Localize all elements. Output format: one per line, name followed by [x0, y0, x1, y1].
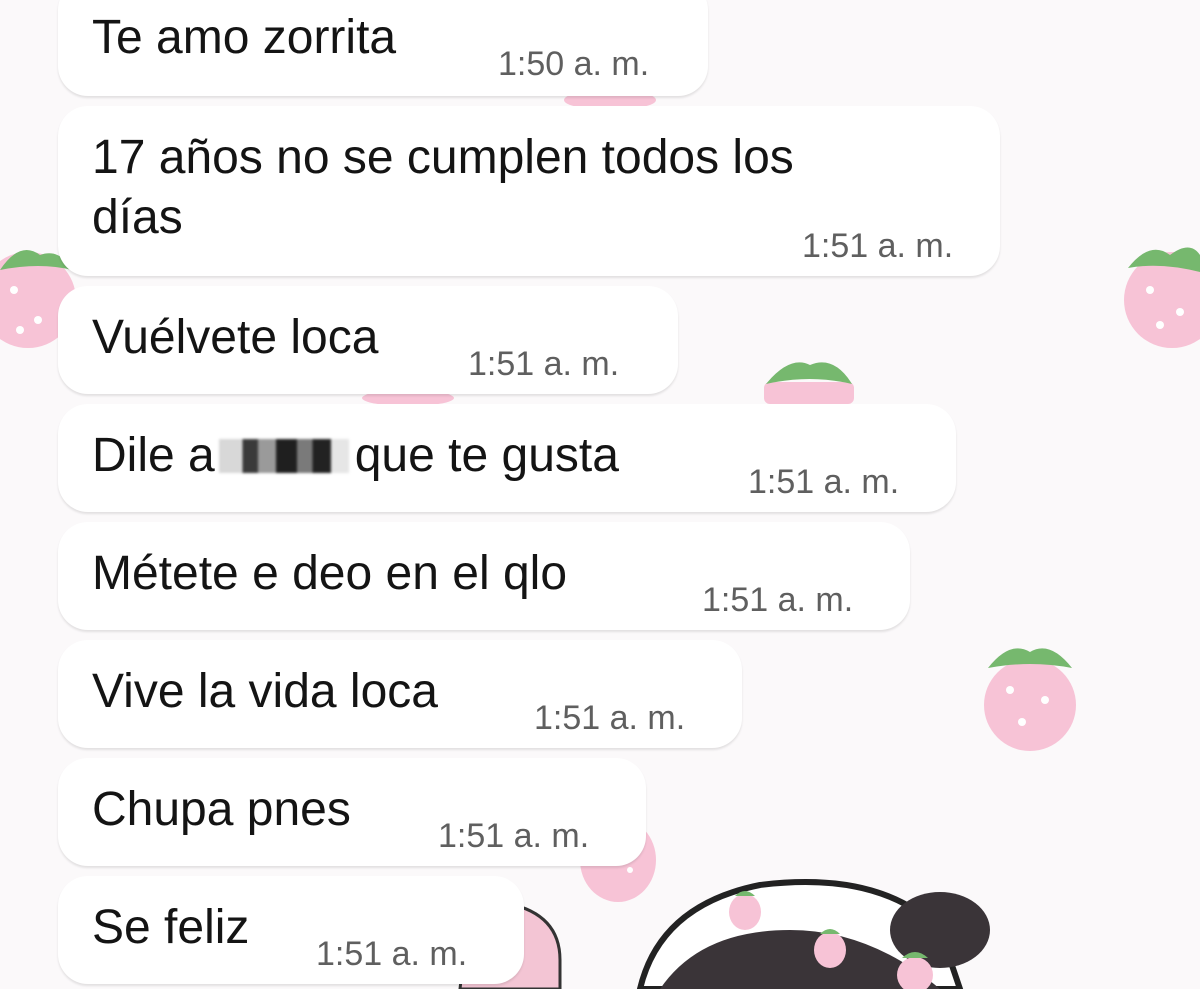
message-timestamp: 1:51 a. m. [438, 817, 590, 855]
message-text: Chupa pnes [92, 783, 351, 836]
message-text: Se feliz [92, 901, 250, 954]
message-timestamp: 1:51 a. m. [316, 935, 468, 973]
message-text-part: que te gusta [354, 429, 619, 482]
message-text: días [92, 191, 183, 244]
message-text: Dile a que te gusta [92, 428, 619, 484]
cartoon-character-with-strawberry-hat [636, 879, 990, 989]
message-text: Métete e deo en el qlo [92, 547, 568, 600]
message-bubble[interactable]: Se feliz 1:51 a. m. [58, 876, 524, 984]
message-timestamp: 1:51 a. m. [702, 581, 854, 619]
message-timestamp: 1:51 a. m. [802, 227, 954, 265]
message-bubble[interactable]: Métete e deo en el qlo 1:51 a. m. [58, 522, 910, 630]
censored-name-blur [218, 439, 349, 473]
message-bubble[interactable]: Te amo zorrita 1:50 a. m. [58, 0, 708, 96]
message-timestamp: 1:51 a. m. [468, 345, 620, 383]
message-text: 17 años no se cumplen todos los [92, 131, 794, 184]
message-bubble[interactable]: Dile a que te gusta 1:51 a. m. [58, 404, 956, 512]
message-text-part: Dile a [92, 429, 215, 482]
message-timestamp: 1:50 a. m. [498, 45, 650, 83]
message-timestamp: 1:51 a. m. [534, 699, 686, 737]
message-bubble[interactable]: Vuélvete loca 1:51 a. m. [58, 286, 678, 394]
strawberry-icon [764, 362, 854, 404]
strawberry-icon [1124, 247, 1200, 348]
message-text: Vive la vida loca [92, 665, 438, 718]
message-timestamp: 1:51 a. m. [748, 463, 900, 501]
message-bubble[interactable]: 17 años no se cumplen todos los días 1:5… [58, 106, 1000, 276]
message-text: Vuélvete loca [92, 311, 379, 364]
message-bubble[interactable]: Vive la vida loca 1:51 a. m. [58, 640, 742, 748]
message-bubble[interactable]: Chupa pnes 1:51 a. m. [58, 758, 646, 866]
message-text: Te amo zorrita [92, 11, 397, 64]
strawberry-icon [984, 648, 1076, 751]
